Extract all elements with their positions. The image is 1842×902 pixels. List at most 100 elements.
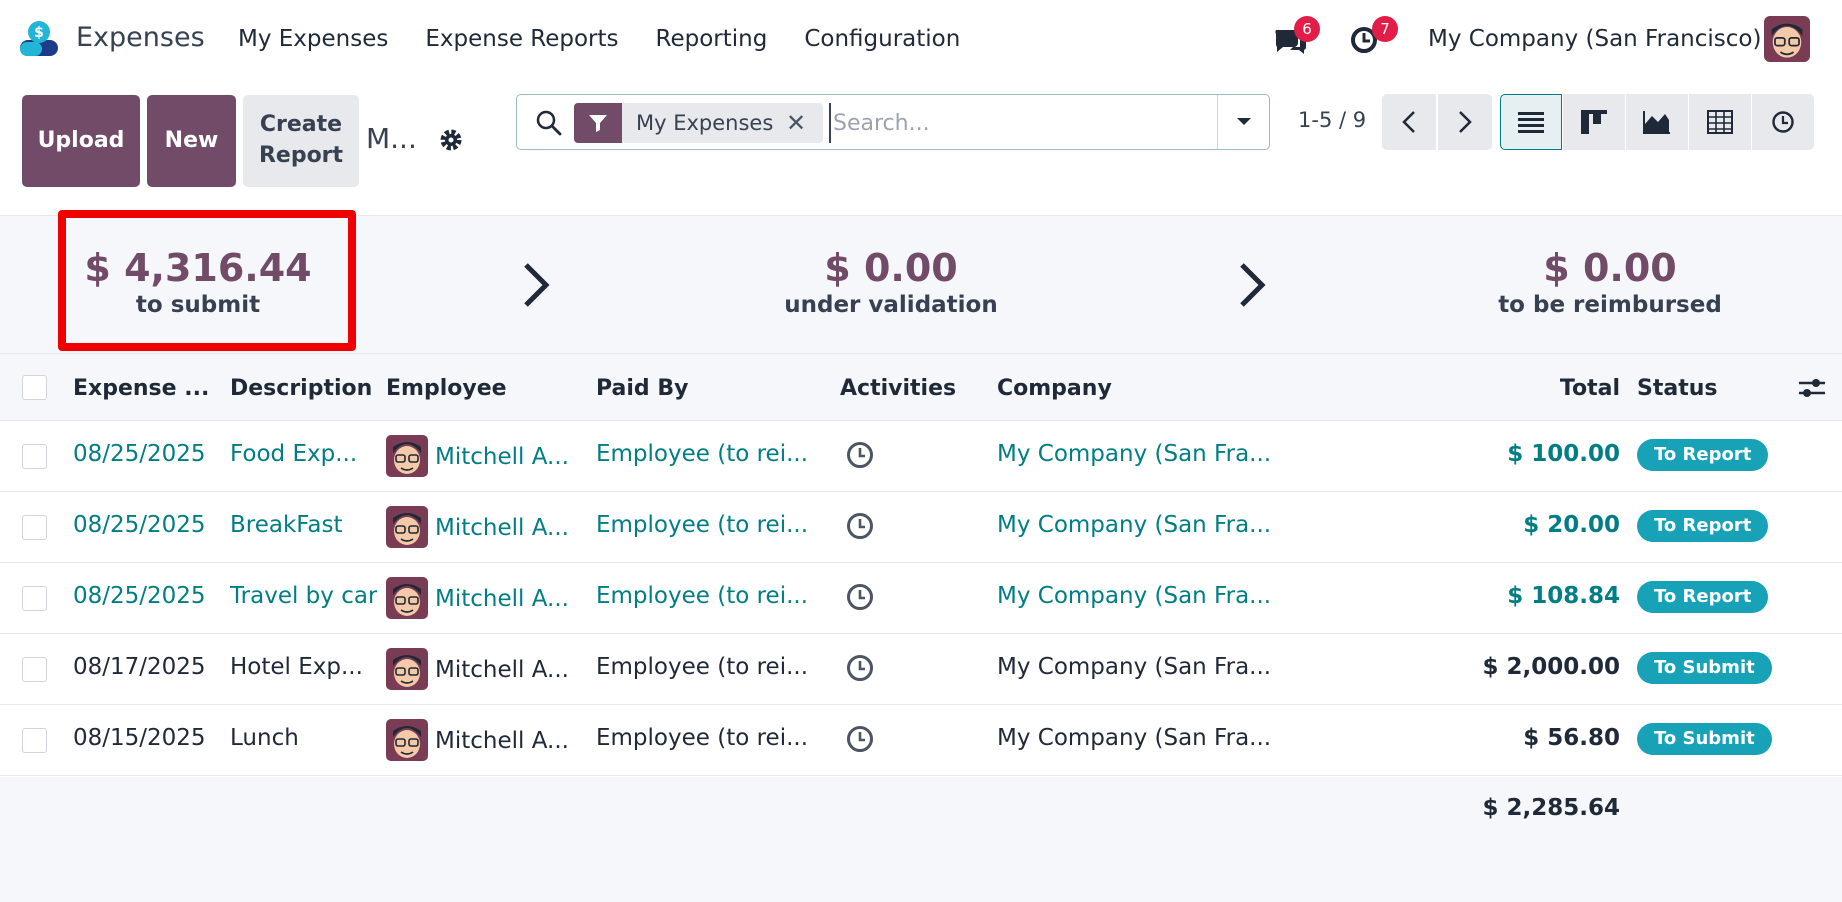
area-chart-icon <box>1643 111 1670 134</box>
stat-amount: $ 0.00 <box>824 246 958 290</box>
cell-company: My Company (San Fra... <box>997 654 1272 680</box>
cell-date: 08/25/2025 <box>73 583 206 609</box>
remove-filter-icon[interactable]: ✕ <box>786 109 806 137</box>
gear-icon[interactable] <box>438 127 464 153</box>
activity-clock-icon[interactable] <box>846 654 874 682</box>
column-activities[interactable]: Activities <box>840 376 956 401</box>
stat-label: under validation <box>784 292 998 318</box>
menu-configuration[interactable]: Configuration <box>804 26 960 52</box>
filter-facet-label: My Expenses <box>636 111 774 135</box>
filter-facet: My Expenses ✕ <box>574 103 823 143</box>
row-checkbox[interactable] <box>22 515 47 540</box>
table-row[interactable]: 08/17/2025 Hotel Exp... Mitchell A... Em… <box>0 634 1842 705</box>
column-expense-date[interactable]: Expense ... <box>73 376 209 401</box>
top-navbar: $ Expenses My Expenses Expense Reports R… <box>0 0 1842 80</box>
employee-avatar <box>386 719 428 761</box>
search-input[interactable] <box>829 103 1219 143</box>
activity-view-button[interactable] <box>1752 94 1814 150</box>
column-description[interactable]: Description <box>230 376 372 401</box>
app-title[interactable]: Expenses <box>76 22 205 53</box>
stat-to-be-reimbursed[interactable]: $ 0.00 to be reimbursed <box>1470 246 1750 318</box>
breadcrumb[interactable]: M... <box>366 122 417 155</box>
cell-date: 08/25/2025 <box>73 512 206 538</box>
search-options-toggle[interactable] <box>1217 95 1269 149</box>
company-switcher[interactable]: My Company (San Francisco) <box>1428 26 1761 52</box>
cell-employee: Mitchell A... <box>435 444 569 470</box>
column-company[interactable]: Company <box>997 376 1112 401</box>
messages-count-badge: 6 <box>1294 16 1320 42</box>
table-row[interactable]: 08/25/2025 BreakFast Mitchell A... Emplo… <box>0 492 1842 563</box>
graph-view-button[interactable] <box>1626 94 1688 150</box>
column-total[interactable]: Total <box>1560 376 1620 401</box>
menu-reporting[interactable]: Reporting <box>656 26 768 52</box>
column-employee[interactable]: Employee <box>386 376 507 401</box>
chevron-right-icon <box>1240 263 1266 307</box>
cell-paid-by: Employee (to rei... <box>596 725 809 751</box>
pager-previous-button[interactable] <box>1382 94 1436 150</box>
status-badge: To Report <box>1637 581 1769 613</box>
select-all-checkbox[interactable] <box>22 375 47 400</box>
row-checkbox[interactable] <box>22 586 47 611</box>
employee-avatar <box>386 506 428 548</box>
cell-company: My Company (San Fra... <box>997 441 1272 467</box>
stat-amount: $ 0.00 <box>1543 246 1677 290</box>
stat-under-validation[interactable]: $ 0.00 under validation <box>751 246 1031 318</box>
create-report-label-line2: Report <box>258 143 344 168</box>
grand-total: $ 2,285.64 <box>1482 795 1620 821</box>
activities-count-badge: 7 <box>1372 16 1398 42</box>
pager-value[interactable]: 1-5 / 9 <box>1298 108 1366 132</box>
avatar-image <box>1764 16 1810 62</box>
upload-button[interactable]: Upload <box>22 95 140 187</box>
cell-description: Food Exp... <box>230 441 358 467</box>
pivot-view-button[interactable] <box>1689 94 1751 150</box>
table-header: Expense ... Description Employee Paid By… <box>0 353 1842 421</box>
messages-button[interactable]: 6 <box>1272 16 1320 58</box>
kanban-view-icon <box>1581 110 1607 134</box>
activity-clock-icon[interactable] <box>846 441 874 469</box>
column-status[interactable]: Status <box>1637 376 1717 401</box>
activity-clock-icon[interactable] <box>846 512 874 540</box>
table-row[interactable]: 08/15/2025 Lunch Mitchell A... Employee … <box>0 705 1842 776</box>
menu-expense-reports[interactable]: Expense Reports <box>425 26 618 52</box>
chevron-right-icon <box>524 263 550 307</box>
column-paid-by[interactable]: Paid By <box>596 376 688 401</box>
cell-date: 08/17/2025 <box>73 654 206 680</box>
cell-description: BreakFast <box>230 512 343 538</box>
main-menu: My Expenses Expense Reports Reporting Co… <box>238 26 997 52</box>
employee-avatar <box>386 435 428 477</box>
activities-button[interactable]: 7 <box>1350 16 1398 58</box>
table-row[interactable]: 08/25/2025 Food Exp... Mitchell A... Emp… <box>0 421 1842 492</box>
activity-clock-icon[interactable] <box>846 583 874 611</box>
cell-employee: Mitchell A... <box>435 586 569 612</box>
svg-text:$: $ <box>34 25 44 41</box>
status-badge: To Submit <box>1637 723 1772 755</box>
table-row[interactable]: 08/25/2025 Travel by car Mitchell A... E… <box>0 563 1842 634</box>
cell-description: Lunch <box>230 725 299 751</box>
row-checkbox[interactable] <box>22 444 47 469</box>
cell-date: 08/25/2025 <box>73 441 206 467</box>
cell-total: $ 56.80 <box>1523 725 1620 751</box>
activity-clock-icon[interactable] <box>846 725 874 753</box>
search-icon[interactable] <box>535 109 563 137</box>
cell-paid-by: Employee (to rei... <box>596 583 809 609</box>
optional-columns-icon[interactable] <box>1798 376 1826 400</box>
employee-avatar <box>386 577 428 619</box>
cell-total: $ 108.84 <box>1507 583 1620 609</box>
cell-date: 08/15/2025 <box>73 725 206 751</box>
pager-next-button[interactable] <box>1438 94 1492 150</box>
cell-employee: Mitchell A... <box>435 515 569 541</box>
new-button[interactable]: New <box>147 95 236 187</box>
list-view-button[interactable] <box>1500 94 1562 150</box>
status-badge: To Report <box>1637 439 1769 471</box>
employee-avatar <box>386 648 428 690</box>
cell-company: My Company (San Fra... <box>997 725 1272 751</box>
filter-icon <box>574 103 622 143</box>
menu-my-expenses[interactable]: My Expenses <box>238 26 388 52</box>
expenses-app-icon[interactable]: $ <box>18 20 60 58</box>
create-report-button[interactable]: Create Report <box>243 95 359 187</box>
row-checkbox[interactable] <box>22 728 47 753</box>
row-checkbox[interactable] <box>22 657 47 682</box>
kanban-view-button[interactable] <box>1563 94 1625 150</box>
cell-paid-by: Employee (to rei... <box>596 654 809 680</box>
user-avatar[interactable] <box>1764 16 1810 62</box>
